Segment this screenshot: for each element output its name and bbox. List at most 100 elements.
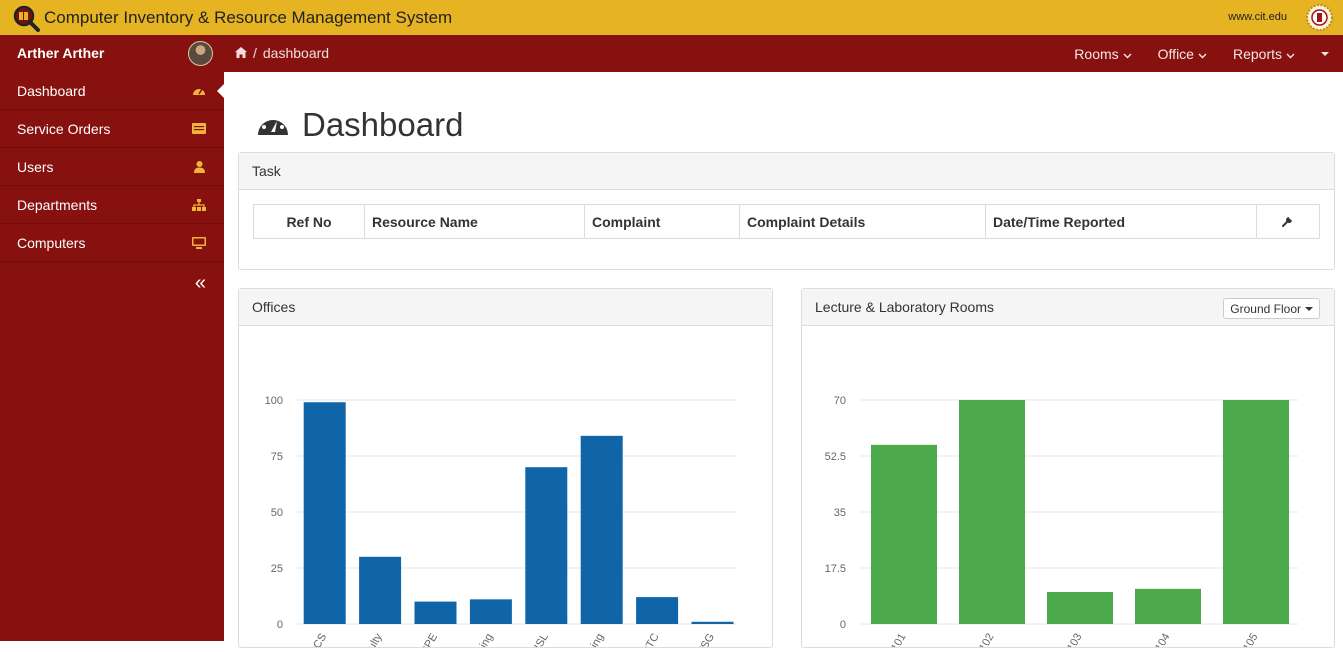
column-header-date-time-reported[interactable]: Date/Time Reported bbox=[985, 204, 1257, 239]
x-tick-label: CPE bbox=[418, 632, 440, 648]
top-navbar: Arther Arther / dashboard Rooms Office R… bbox=[0, 35, 1343, 72]
y-tick-label: 52.5 bbox=[825, 451, 846, 463]
collapse-sidebar-button[interactable]: « bbox=[195, 272, 206, 295]
x-tick-label: ISL bbox=[532, 632, 551, 648]
bar[interactable] bbox=[414, 601, 457, 624]
sitemap-icon bbox=[191, 197, 207, 213]
sidebar-item-departments[interactable]: Departments bbox=[0, 186, 224, 224]
sidebar-item-dashboard[interactable]: Dashboard bbox=[0, 72, 225, 110]
nav-user-dropdown[interactable] bbox=[1321, 51, 1329, 56]
floor-select[interactable]: Ground Floor bbox=[1223, 298, 1320, 319]
nav-reports-label: Reports bbox=[1232, 45, 1282, 62]
y-tick-label: 0 bbox=[277, 619, 283, 631]
bar[interactable] bbox=[691, 621, 734, 624]
breadcrumb-separator: / bbox=[253, 45, 257, 61]
nav-rooms[interactable]: Rooms bbox=[1074, 45, 1132, 62]
chevron-down-icon bbox=[1198, 46, 1207, 62]
main-content: Dashboard Task Ref No Resource Name Comp… bbox=[224, 72, 1343, 652]
column-header-actions bbox=[1256, 204, 1320, 239]
user-icon bbox=[191, 159, 207, 175]
x-tick-label: ST101 bbox=[882, 632, 909, 648]
sidebar-item-computers[interactable]: Computers bbox=[0, 224, 224, 262]
university-seal-icon bbox=[1306, 4, 1333, 31]
x-tick-label: Nursing bbox=[577, 632, 606, 648]
bar[interactable] bbox=[525, 467, 568, 624]
column-header-ref-no[interactable]: Ref No bbox=[253, 204, 365, 239]
bar[interactable] bbox=[1223, 400, 1289, 624]
offices-bar-chart: 0 25 50 75 100 CCS CS Faculty CPE -Learning ISL Nu… bbox=[265, 395, 736, 652]
bar[interactable] bbox=[580, 435, 623, 624]
x-tick-label: CCS bbox=[307, 632, 329, 648]
nav-menu: Rooms Office Reports bbox=[1048, 35, 1329, 72]
rooms-bar-chart: 0 17.5 35 52.5 70 ST101 ST102 ST103 ST104 ST105 bbox=[825, 395, 1298, 652]
rooms-panel: Lecture & Laboratory Rooms Ground Floor … bbox=[801, 288, 1335, 652]
bar[interactable] bbox=[871, 444, 937, 624]
task-panel-heading: Task bbox=[239, 153, 1334, 190]
nav-office[interactable]: Office bbox=[1158, 46, 1207, 62]
nav-rooms-label: Rooms bbox=[1074, 45, 1119, 62]
page-title: Dashboard bbox=[256, 106, 463, 144]
bar[interactable] bbox=[636, 597, 679, 624]
y-tick-label: 17.5 bbox=[825, 563, 846, 575]
y-tick-label: 75 bbox=[271, 451, 283, 463]
table-header-row: Ref No Resource Name Complaint Complaint… bbox=[253, 204, 1320, 239]
desktop-icon bbox=[191, 235, 207, 251]
chevron-down-icon bbox=[1286, 46, 1295, 62]
sidebar-item-label: Departments bbox=[17, 196, 98, 213]
breadcrumb-current[interactable]: dashboard bbox=[263, 45, 329, 61]
app-header: Computer Inventory & Resource Management… bbox=[0, 0, 1343, 35]
task-table: Ref No Resource Name Complaint Complaint… bbox=[253, 204, 1320, 239]
caret-down-icon bbox=[1321, 51, 1329, 56]
column-header-resource-name[interactable]: Resource Name bbox=[364, 204, 585, 239]
offices-panel-heading: Offices bbox=[239, 289, 772, 326]
column-header-complaint[interactable]: Complaint bbox=[584, 204, 740, 239]
sidebar: Dashboard Service Orders Users Departmen… bbox=[0, 72, 225, 641]
x-tick-label: TSG bbox=[695, 632, 717, 648]
sidebar-item-label: Dashboard bbox=[17, 82, 86, 99]
breadcrumb: / dashboard bbox=[235, 45, 329, 61]
bar[interactable] bbox=[1135, 588, 1201, 624]
x-tick-label: ST104 bbox=[1146, 632, 1173, 648]
page-title-text: Dashboard bbox=[302, 106, 464, 143]
x-tick-label: ST105 bbox=[1234, 632, 1261, 648]
magnifier-logo-icon[interactable] bbox=[12, 4, 40, 32]
nav-reports[interactable]: Reports bbox=[1233, 46, 1295, 62]
offices-panel: Offices 0 25 50 75 100 CCS CS Faculty CPE -Learn… bbox=[238, 288, 773, 652]
caret-down-icon bbox=[1305, 306, 1313, 311]
y-tick-label: 70 bbox=[834, 395, 846, 407]
x-tick-label: ST102 bbox=[970, 632, 997, 648]
app-title: Computer Inventory & Resource Management… bbox=[44, 7, 453, 27]
user-name[interactable]: Arther Arther bbox=[17, 45, 104, 61]
bar[interactable] bbox=[469, 599, 512, 624]
chevron-down-icon bbox=[1123, 46, 1132, 62]
bar[interactable] bbox=[303, 402, 346, 624]
y-tick-label: 25 bbox=[271, 563, 283, 575]
site-link[interactable]: www.cit.edu bbox=[1228, 11, 1287, 23]
x-tick-label: -Learning bbox=[462, 632, 496, 648]
task-panel: Task Ref No Resource Name Complaint Comp… bbox=[238, 152, 1335, 270]
bar[interactable] bbox=[1047, 592, 1113, 624]
y-tick-label: 50 bbox=[271, 507, 283, 519]
rooms-panel-heading: Lecture & Laboratory Rooms Ground Floor bbox=[802, 289, 1334, 326]
sidebar-item-label: Service Orders bbox=[17, 120, 111, 137]
wrench-icon bbox=[1282, 214, 1294, 230]
floor-select-value: Ground Floor bbox=[1230, 301, 1301, 316]
list-icon bbox=[191, 121, 207, 137]
y-tick-label: 35 bbox=[834, 507, 846, 519]
bar[interactable] bbox=[359, 556, 402, 624]
x-tick-label: SMDTC bbox=[632, 631, 662, 647]
sidebar-item-users[interactable]: Users bbox=[0, 148, 224, 186]
home-icon[interactable] bbox=[235, 45, 247, 61]
column-header-complaint-details[interactable]: Complaint Details bbox=[739, 204, 986, 239]
dashboard-icon bbox=[191, 83, 207, 99]
sidebar-item-service-orders[interactable]: Service Orders bbox=[0, 110, 224, 148]
avatar[interactable] bbox=[188, 41, 213, 66]
rooms-panel-title: Lecture & Laboratory Rooms bbox=[815, 299, 994, 315]
x-tick-label: ST103 bbox=[1058, 632, 1085, 648]
x-tick-label: CS Faculty bbox=[347, 631, 385, 647]
bar[interactable] bbox=[959, 400, 1025, 624]
sidebar-item-label: Computers bbox=[17, 234, 86, 251]
nav-office-label: Office bbox=[1157, 45, 1194, 62]
y-tick-label: 0 bbox=[840, 619, 846, 631]
sidebar-item-label: Users bbox=[17, 158, 54, 175]
